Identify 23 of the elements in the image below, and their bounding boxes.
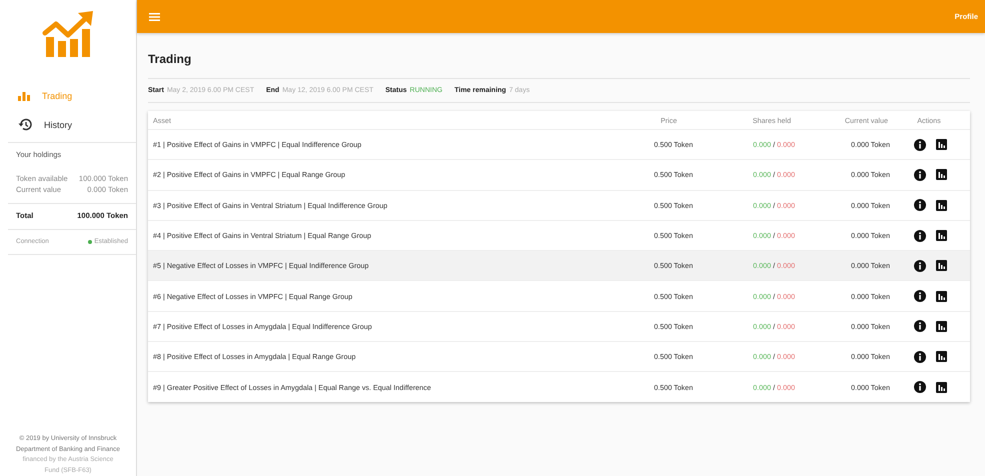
- info-icon[interactable]: [914, 260, 926, 272]
- chart-icon[interactable]: [936, 351, 946, 362]
- nav-item[interactable]: History: [0, 110, 136, 139]
- info-icon[interactable]: [914, 230, 926, 242]
- info-icon[interactable]: [914, 168, 926, 181]
- chart-icon[interactable]: [936, 382, 946, 393]
- info-icon[interactable]: [914, 199, 926, 212]
- info-icon[interactable]: [914, 290, 926, 302]
- chart-icon[interactable]: [936, 260, 946, 272]
- chart-icon[interactable]: [936, 290, 946, 302]
- chart-icon[interactable]: [936, 320, 946, 332]
- info-icon[interactable]: [914, 381, 926, 394]
- history-icon: [18, 118, 32, 131]
- chart-icon[interactable]: [936, 200, 946, 211]
- chart-logo-icon: [42, 11, 94, 57]
- chart-icon[interactable]: [936, 139, 946, 150]
- page-title: Trading: [148, 52, 970, 79]
- chart-icon[interactable]: [936, 169, 946, 180]
- chart-icon[interactable]: [936, 230, 946, 242]
- info-icon[interactable]: [914, 320, 926, 332]
- info-icon[interactable]: [914, 138, 926, 151]
- bar-chart-icon: [18, 90, 30, 100]
- info-icon[interactable]: [914, 350, 926, 363]
